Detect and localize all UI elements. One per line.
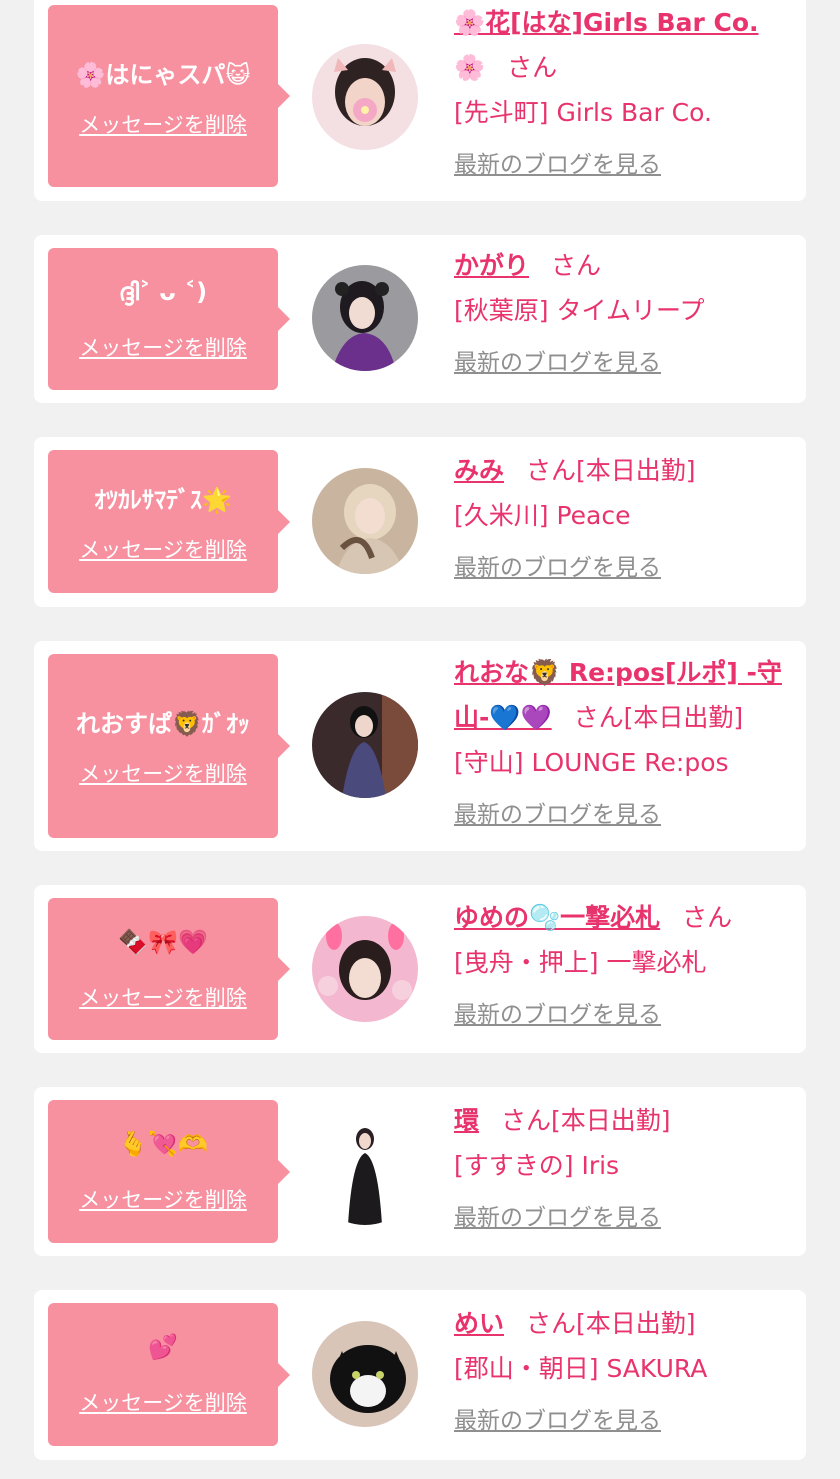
message-text: れおすぱ🦁ｶﾞｵｯ	[76, 710, 250, 738]
message-bubble: ദ്ദി˃ ᴗ ˂) メッセージを削除	[48, 248, 290, 390]
suffix-text: さん[本日出勤]	[526, 1309, 696, 1338]
avatar[interactable]	[312, 44, 418, 150]
delete-message-link[interactable]: メッセージを削除	[48, 1387, 278, 1417]
avatar[interactable]	[312, 692, 418, 798]
latest-blog-link[interactable]: 最新のブログを見る	[454, 1198, 794, 1232]
cast-name-link[interactable]: かがり	[454, 251, 529, 280]
avatar-photo-icon	[312, 44, 418, 150]
avatar[interactable]	[312, 1119, 418, 1225]
cast-name-link[interactable]: 🌸花[はな]Girls Bar Co.	[454, 8, 759, 37]
message-text: 🍫🎀💗	[118, 928, 208, 956]
cast-name-link[interactable]: れおな🦁 Re:pos[ルポ] -守	[454, 658, 782, 687]
entry-info: かがり さん [秋葉原] タイムリープ 最新のブログを見る	[454, 243, 794, 377]
entry-info: 🌸花[はな]Girls Bar Co. 🌸 さん [先斗町] Girls Bar …	[454, 0, 794, 179]
avatar-photo-icon	[312, 916, 418, 1022]
message-bubble: 💕 メッセージを削除	[48, 1303, 290, 1446]
avatar-cat-photo-icon	[312, 1321, 418, 1427]
message-bubble: れおすぱ🦁ｶﾞｵｯ メッセージを削除	[48, 654, 290, 838]
cast-name-link[interactable]: 環	[454, 1106, 479, 1135]
shop-text: [守山] LOUNGE Re:pos	[454, 748, 729, 777]
shop-text: [曳舟・押上] 一撃必札	[454, 948, 707, 977]
entry-info: 環さん[本日出勤] [すすきの] Iris 最新のブログを見る	[454, 1098, 794, 1232]
suffix-text: さん[本日出勤]	[573, 703, 744, 732]
message-bubble: ｵﾂｶﾚｻﾏﾃﾞｽ🌟 メッセージを削除	[48, 450, 290, 593]
cast-name-link[interactable]: みみ	[454, 456, 504, 485]
message-text: 🫰💘🫶	[118, 1130, 208, 1158]
message-card: 🫰💘🫶 メッセージを削除 環さん[本日出勤] [すすきの] Iris 最新のブロ…	[34, 1087, 806, 1256]
cast-name-link[interactable]: めい	[454, 1309, 504, 1338]
message-text: 🌸はにゃスパ😺	[75, 61, 251, 89]
shop-text: [久米川] Peace	[454, 501, 631, 530]
message-card: ｵﾂｶﾚｻﾏﾃﾞｽ🌟 メッセージを削除 みみ さん[本日出勤] [久米川] Pea…	[34, 437, 806, 607]
delete-message-link[interactable]: メッセージを削除	[48, 758, 278, 788]
cast-name-link[interactable]: ゆめの🫧一撃必札	[454, 903, 660, 932]
message-text: ദ്ദി˃ ᴗ ˂)	[118, 278, 208, 306]
cast-name-line2[interactable]: 山-💙💜	[454, 703, 552, 732]
message-card: れおすぱ🦁ｶﾞｵｯ メッセージを削除 れおな🦁 Re:pos[ルポ] -守 山-…	[34, 641, 806, 851]
shop-text: [先斗町] Girls Bar Co.	[454, 98, 712, 127]
suffix-text: さん[本日出勤]	[501, 1106, 671, 1135]
message-bubble: 🫰💘🫶 メッセージを削除	[48, 1100, 290, 1243]
entry-info: めい さん[本日出勤] [郡山・朝日] SAKURA 最新のブログを見る	[454, 1301, 794, 1435]
avatar-photo-icon	[312, 1119, 418, 1225]
avatar[interactable]	[312, 468, 418, 574]
avatar-photo-icon	[312, 468, 418, 574]
latest-blog-link[interactable]: 最新のブログを見る	[454, 548, 794, 582]
latest-blog-link[interactable]: 最新のブログを見る	[454, 1401, 794, 1435]
entry-info: れおな🦁 Re:pos[ルポ] -守 山-💙💜 さん[本日出勤] [守山] LOU…	[454, 650, 794, 829]
entry-info: みみ さん[本日出勤] [久米川] Peace 最新のブログを見る	[454, 448, 794, 582]
delete-message-link[interactable]: メッセージを削除	[48, 1184, 278, 1214]
message-card: 🌸はにゃスパ😺 メッセージを削除 🌸花[はな]Girls Bar Co. 🌸 さん…	[34, 0, 806, 201]
latest-blog-link[interactable]: 最新のブログを見る	[454, 343, 794, 377]
avatar-photo-icon	[312, 692, 418, 798]
delete-message-link[interactable]: メッセージを削除	[48, 332, 278, 362]
message-text: 💕	[148, 1333, 178, 1361]
cast-name-line2: 🌸	[454, 53, 486, 82]
message-card: ദ്ദി˃ ᴗ ˂) メッセージを削除 かがり さん [秋葉原] タイムリープ 最…	[34, 235, 806, 403]
delete-message-link[interactable]: メッセージを削除	[48, 109, 278, 139]
avatar[interactable]	[312, 265, 418, 371]
message-bubble: 🍫🎀💗 メッセージを削除	[48, 898, 290, 1040]
message-list: 🌸はにゃスパ😺 メッセージを削除 🌸花[はな]Girls Bar Co. 🌸 さん…	[0, 0, 840, 1479]
avatar-photo-icon	[312, 265, 418, 371]
message-text: ｵﾂｶﾚｻﾏﾃﾞｽ🌟	[94, 486, 232, 514]
suffix-text: さん	[682, 903, 733, 932]
latest-blog-link[interactable]: 最新のブログを見る	[454, 145, 794, 179]
shop-text: [すすきの] Iris	[454, 1151, 620, 1180]
message-bubble: 🌸はにゃスパ😺 メッセージを削除	[48, 5, 290, 187]
entry-info: ゆめの🫧一撃必札 さん [曳舟・押上] 一撃必札 最新のブログを見る	[454, 895, 794, 1029]
delete-message-link[interactable]: メッセージを削除	[48, 982, 278, 1012]
latest-blog-link[interactable]: 最新のブログを見る	[454, 795, 794, 829]
suffix-text: さん	[551, 251, 602, 280]
avatar[interactable]	[312, 916, 418, 1022]
delete-message-link[interactable]: メッセージを削除	[48, 534, 278, 564]
suffix-text: さん[本日出勤]	[526, 456, 696, 485]
suffix-text: さん	[507, 53, 558, 82]
latest-blog-link[interactable]: 最新のブログを見る	[454, 995, 794, 1029]
message-card: 💕 メッセージを削除 めい さん[本日出勤] [郡山・朝日] SAKURA 最新の…	[34, 1290, 806, 1460]
avatar[interactable]	[312, 1321, 418, 1427]
shop-text: [郡山・朝日] SAKURA	[454, 1354, 708, 1383]
message-card: 🍫🎀💗 メッセージを削除 ゆめの🫧一撃必札 さん [曳舟・押上] 一撃必札 最新の…	[34, 885, 806, 1053]
shop-text: [秋葉原] タイムリープ	[454, 296, 705, 325]
